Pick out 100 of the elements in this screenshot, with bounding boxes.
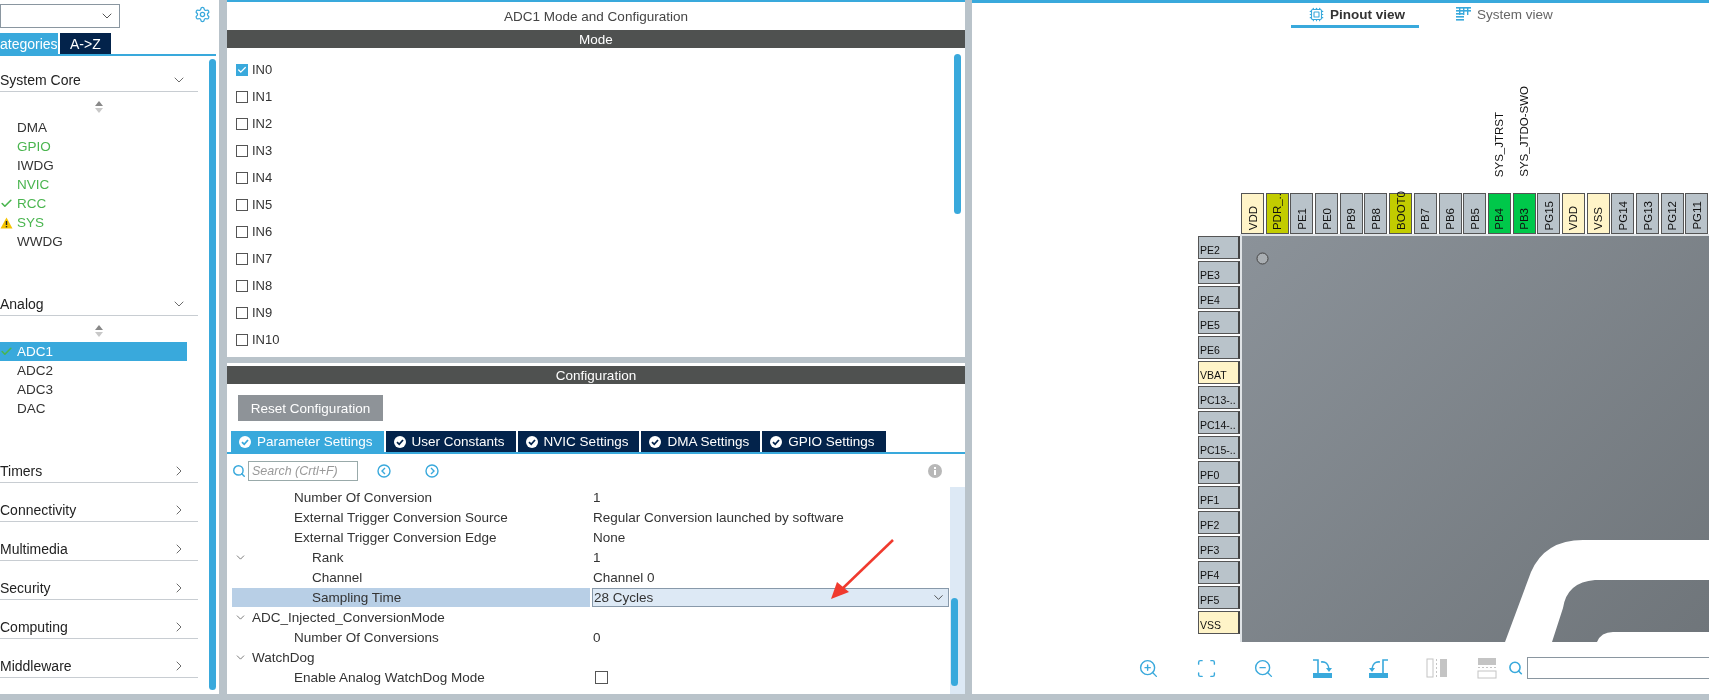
checkbox[interactable] [236, 333, 248, 346]
value-dropdown[interactable]: 28 Cycles [592, 587, 949, 607]
category-header[interactable]: System Core [0, 68, 198, 92]
settings-icon[interactable] [194, 6, 211, 23]
checkbox[interactable] [236, 90, 248, 103]
settings-tab[interactable]: NVIC Settings [517, 431, 640, 452]
category-header[interactable]: Middleware [0, 654, 198, 678]
search-field[interactable]: Search (Crtl+F) [248, 460, 358, 481]
parameter-row[interactable]: Channel [232, 567, 590, 587]
pin[interactable]: VDD [1561, 193, 1585, 234]
parameter-row[interactable]: External Trigger Conversion Edge [232, 527, 590, 547]
category-header[interactable]: Security [0, 576, 198, 600]
pin[interactable]: PE1 [1290, 193, 1314, 234]
parameter-label: Sampling Time [312, 589, 402, 605]
pin[interactable]: PB7 [1413, 193, 1437, 234]
pin[interactable]: PDR_.. [1265, 193, 1289, 234]
pin[interactable]: PB9 [1339, 193, 1363, 234]
pin[interactable]: VSS [1586, 193, 1610, 234]
pin[interactable]: PF0 [1198, 461, 1240, 484]
category-header[interactable]: Analog [0, 292, 198, 316]
pin[interactable]: PF5 [1198, 586, 1240, 609]
settings-tab[interactable]: User Constants [385, 431, 516, 452]
fit-icon[interactable] [1195, 657, 1217, 679]
zoom-out-icon[interactable] [1253, 657, 1275, 679]
info-icon[interactable] [928, 463, 942, 478]
sort-icon[interactable] [94, 324, 104, 338]
checkbox[interactable] [236, 252, 248, 265]
category-item[interactable]: DMA [0, 118, 187, 137]
pin[interactable]: PF3 [1198, 536, 1240, 559]
pin[interactable]: PE0 [1315, 193, 1339, 234]
pin[interactable]: PE4 [1198, 286, 1240, 309]
view-tab[interactable]: System view [1438, 3, 1567, 28]
pin[interactable]: PG13 [1636, 193, 1659, 234]
zoom-in-icon[interactable] [1138, 657, 1160, 679]
rotate-right-icon[interactable] [1310, 657, 1333, 679]
pin[interactable]: PE2 [1198, 236, 1240, 259]
parameter-row[interactable]: External Trigger Conversion Source [232, 507, 590, 527]
checkbox[interactable] [236, 117, 248, 130]
settings-tab[interactable]: GPIO Settings [762, 431, 886, 452]
checkbox[interactable] [236, 306, 248, 319]
scrollbar-thumb[interactable] [209, 59, 216, 690]
checkbox[interactable] [236, 279, 248, 292]
checkbox[interactable] [236, 144, 248, 157]
checkbox[interactable] [595, 670, 608, 684]
checkbox[interactable] [236, 171, 248, 184]
parameter-row[interactable]: WatchDog [232, 647, 590, 667]
category-header[interactable]: Computing [0, 615, 198, 639]
checkbox[interactable] [236, 198, 248, 211]
pin[interactable]: VBAT [1198, 361, 1240, 384]
pin[interactable]: PB3 [1512, 193, 1536, 234]
parameter-row[interactable]: Rank [232, 547, 590, 567]
pin[interactable]: PB6 [1438, 193, 1462, 234]
category-item[interactable]: ADC3 [0, 380, 187, 399]
pin[interactable]: BOOT0 [1389, 193, 1413, 234]
rotate-left-icon[interactable] [1368, 657, 1391, 679]
pin[interactable]: PF2 [1198, 511, 1240, 534]
parameter-row[interactable]: Enable Analog WatchDog Mode [232, 667, 590, 687]
category-header[interactable]: Timers [0, 459, 198, 483]
category-item[interactable]: WWDG [0, 232, 187, 251]
sort-icon[interactable] [94, 100, 104, 114]
view-tab[interactable]: Pinout view [1291, 3, 1419, 28]
category-header[interactable]: Connectivity [0, 498, 198, 522]
category-item[interactable]: IWDG [0, 156, 187, 175]
signal-label: SYS_JTRST [1493, 111, 1506, 177]
parameter-row[interactable]: Number Of Conversions [232, 627, 590, 647]
pin[interactable]: PC13-.. [1198, 386, 1240, 409]
category-dropdown[interactable] [0, 4, 120, 28]
pin[interactable]: PE6 [1198, 336, 1240, 359]
pin[interactable]: PE3 [1198, 261, 1240, 284]
pin[interactable]: PG14 [1611, 193, 1635, 234]
pin[interactable]: PB5 [1463, 193, 1487, 234]
parameter-row[interactable]: Sampling Time [232, 587, 590, 607]
split-horizontal-icon[interactable] [1476, 657, 1497, 679]
pin[interactable]: PG15 [1537, 193, 1561, 234]
pin[interactable]: PE5 [1198, 311, 1240, 334]
pin[interactable]: PB4 [1487, 193, 1511, 234]
pin[interactable]: PC14-.. [1198, 411, 1240, 434]
pin[interactable]: PC15-.. [1198, 436, 1240, 459]
scrollbar-thumb[interactable] [951, 598, 958, 686]
pin[interactable]: VSS [1198, 611, 1240, 634]
split-vertical-icon[interactable] [1425, 658, 1448, 678]
view-tab[interactable]: A->Z [60, 33, 111, 54]
pin[interactable]: PF4 [1198, 561, 1240, 584]
category-header[interactable]: Multimedia [0, 537, 198, 561]
pin[interactable]: VDD [1241, 193, 1264, 234]
category-item[interactable]: DAC [0, 399, 187, 418]
search-field[interactable] [1527, 657, 1709, 679]
settings-tab[interactable]: DMA Settings [641, 431, 761, 452]
checkbox[interactable] [236, 225, 248, 238]
check-circle-icon [525, 435, 538, 448]
scrollbar-thumb[interactable] [954, 54, 961, 214]
parameter-row[interactable]: Number Of Conversion [232, 487, 590, 507]
search-icon[interactable] [1507, 659, 1524, 677]
pin[interactable]: PF1 [1198, 486, 1240, 509]
pin[interactable]: PB8 [1364, 193, 1388, 234]
pin[interactable]: PG11 [1685, 193, 1709, 234]
category-item[interactable]: ADC2 [0, 361, 187, 380]
parameter-row[interactable]: ADC_Injected_ConversionMode [232, 607, 590, 627]
pin[interactable]: PG12 [1660, 193, 1684, 234]
checkbox[interactable] [236, 63, 248, 76]
